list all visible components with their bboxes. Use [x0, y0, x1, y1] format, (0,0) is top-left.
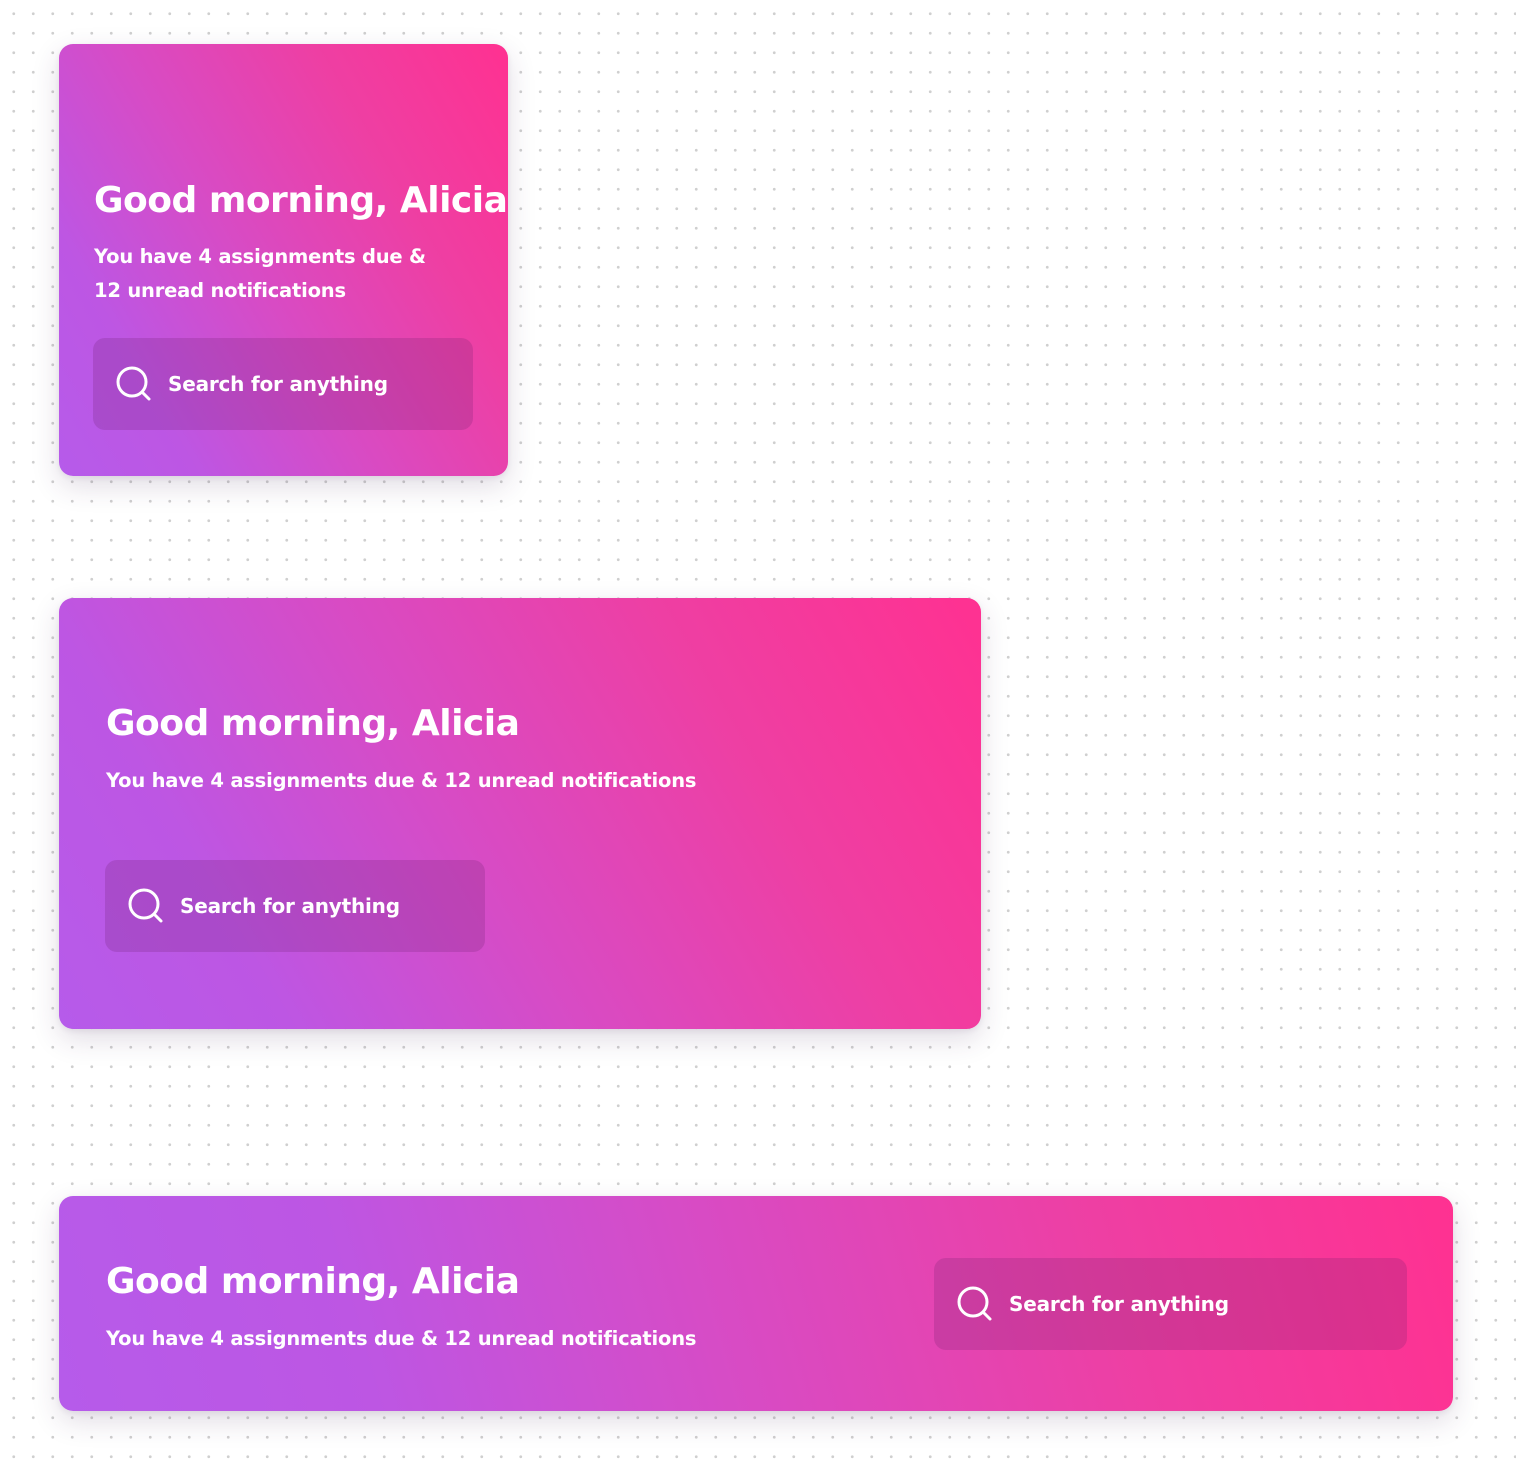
summary-line-1: You have 4 assignments due &	[94, 245, 426, 268]
search-input[interactable]: Search for anything	[105, 860, 485, 952]
search-icon	[115, 365, 153, 403]
search-input[interactable]: Search for anything	[934, 1258, 1407, 1350]
summary-text: You have 4 assignments due & 12 unread n…	[94, 240, 454, 308]
search-icon	[127, 887, 165, 925]
summary-text: You have 4 assignments due & 12 unread n…	[106, 769, 697, 792]
greeting-title: Good morning, Alicia	[106, 1261, 520, 1302]
search-input[interactable]: Search for anything	[93, 338, 473, 430]
summary-line-2: 12 unread notifications	[94, 279, 346, 302]
welcome-card-wide: Good morning, Alicia You have 4 assignme…	[59, 1196, 1453, 1411]
welcome-card-compact: Good morning, Alicia You have 4 assignme…	[59, 44, 508, 476]
search-placeholder: Search for anything	[1009, 1292, 1229, 1316]
summary-text: You have 4 assignments due & 12 unread n…	[106, 1327, 697, 1350]
search-placeholder: Search for anything	[180, 894, 400, 918]
welcome-card-medium: Good morning, Alicia You have 4 assignme…	[59, 598, 981, 1029]
greeting-title: Good morning, Alicia	[106, 703, 520, 744]
search-icon	[956, 1285, 994, 1323]
search-placeholder: Search for anything	[168, 372, 388, 396]
greeting-title: Good morning, Alicia	[94, 180, 508, 221]
